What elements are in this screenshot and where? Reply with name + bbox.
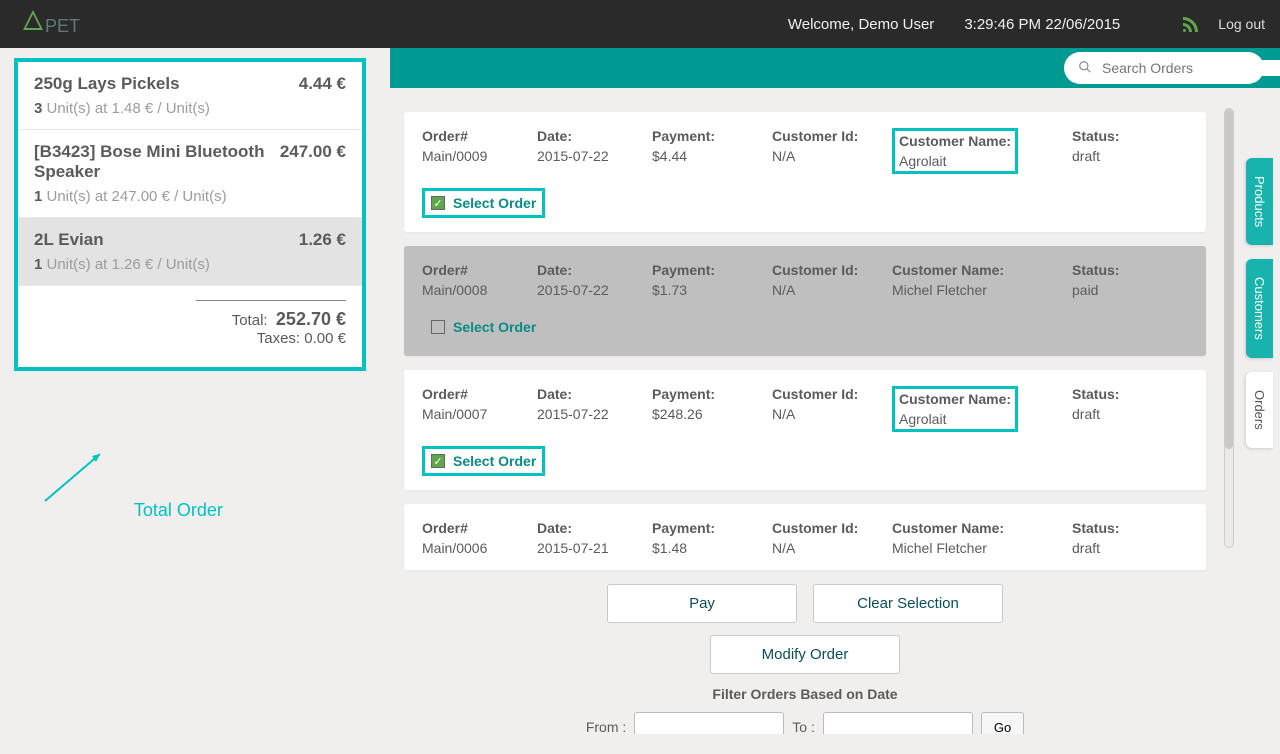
tab-orders[interactable]: Orders (1246, 372, 1273, 448)
order-date: 2015-07-21 (537, 540, 652, 556)
rss-icon[interactable] (1180, 14, 1198, 35)
filter-from-input[interactable] (634, 712, 784, 734)
modify-order-button[interactable]: Modify Order (710, 635, 900, 674)
order-customer-name: Customer Name:Michel Fletcher (892, 520, 1072, 556)
order-customer-name: Customer Name:Agrolait (892, 386, 1072, 432)
line-qty: 1 Unit(s) at 247.00 € / Unit(s) (34, 188, 346, 205)
tab-products[interactable]: Products (1246, 158, 1273, 245)
order-line[interactable]: 250g Lays Pickels 4.44 € 3 Unit(s) at 1.48… (18, 62, 362, 130)
order-payment: $4.44 (652, 148, 772, 164)
select-order-label: Select Order (453, 453, 536, 469)
select-order-label: Select Order (453, 319, 536, 335)
checkbox-icon: ✓ (431, 196, 445, 210)
order-line[interactable]: 2L Evian 1.26 € 1 Unit(s) at 1.26 € / Unit… (18, 218, 362, 286)
order-payment: $248.26 (652, 406, 772, 422)
select-order-label: Select Order (453, 195, 536, 211)
welcome-text: Welcome, Demo User (788, 16, 934, 33)
pay-button[interactable]: Pay (607, 584, 797, 623)
annotation-arrow: Total Order (30, 446, 223, 521)
logout-link[interactable]: Log out (1218, 16, 1265, 32)
toolbar (390, 48, 1280, 88)
order-card: Order#Main/0009Date:2015-07-22Payment:$4… (404, 112, 1206, 232)
search-box[interactable] (1064, 52, 1264, 84)
action-buttons: Pay Clear Selection Modify Order (404, 584, 1206, 674)
filter-section: Filter Orders Based on Date From : To : … (404, 686, 1206, 734)
order-number-label: Order# (422, 128, 537, 144)
filter-from-label: From : (586, 719, 626, 734)
order-summary-box: 250g Lays Pickels 4.44 € 3 Unit(s) at 1.48… (14, 58, 366, 371)
line-price: 1.26 € (299, 230, 346, 250)
line-title: 2L Evian (34, 230, 104, 250)
order-card: Order#Main/0007Date:2015-07-22Payment:$2… (404, 370, 1206, 490)
svg-text:PET: PET (45, 16, 80, 36)
clear-selection-button[interactable]: Clear Selection (813, 584, 1003, 623)
order-payment: $1.48 (652, 540, 772, 556)
order-customer-id: N/A (772, 406, 892, 422)
order-customer-id: N/A (772, 282, 892, 298)
content-scrollbar[interactable] (1224, 108, 1234, 548)
order-date: 2015-07-22 (537, 282, 652, 298)
search-input[interactable] (1102, 60, 1280, 76)
orders-content: Order#Main/0009Date:2015-07-22Payment:$4… (390, 88, 1220, 734)
taxes-label: Taxes: (257, 330, 300, 347)
topbar: PET Welcome, Demo User 3:29:46 PM 22/06/… (0, 0, 1280, 48)
total-label: Total: (232, 312, 268, 329)
order-card: Order#Main/0008Date:2015-07-22Payment:$1… (404, 246, 1206, 356)
filter-go-button[interactable]: Go (981, 712, 1024, 734)
line-qty: 3 Unit(s) at 1.48 € / Unit(s) (34, 100, 346, 117)
line-title: 250g Lays Pickels (34, 74, 180, 94)
order-number-label: Order# (422, 520, 537, 536)
order-date: 2015-07-22 (537, 148, 652, 164)
order-number: Main/0009 (422, 148, 537, 164)
main-panel: Order#Main/0009Date:2015-07-22Payment:$4… (390, 48, 1280, 754)
app-logo: PET (15, 8, 85, 40)
select-order-toggle[interactable]: ✓ Select Order (422, 188, 545, 218)
filter-to-label: To : (792, 719, 815, 734)
left-panel: 250g Lays Pickels 4.44 € 3 Unit(s) at 1.48… (0, 48, 380, 381)
order-status: draft (1072, 406, 1188, 422)
order-number: Main/0008 (422, 282, 537, 298)
order-number: Main/0007 (422, 406, 537, 422)
order-customer-id: N/A (772, 540, 892, 556)
line-price: 247.00 € (280, 142, 346, 162)
taxes-value: 0.00 € (304, 330, 346, 347)
order-status: draft (1072, 540, 1188, 556)
line-qty: 1 Unit(s) at 1.26 € / Unit(s) (34, 256, 346, 273)
search-icon (1078, 60, 1092, 77)
order-line[interactable]: [B3423] Bose Mini Bluetooth Speaker247.0… (18, 130, 362, 218)
order-customer-id: N/A (772, 148, 892, 164)
order-status: paid (1072, 282, 1188, 298)
datetime-text: 3:29:46 PM 22/06/2015 (964, 16, 1120, 33)
select-order-toggle[interactable]: ✓ Select Order (422, 446, 545, 476)
order-number: Main/0006 (422, 540, 537, 556)
filter-to-input[interactable] (823, 712, 973, 734)
order-customer-name: Customer Name:Agrolait (892, 128, 1072, 174)
order-payment: $1.73 (652, 282, 772, 298)
order-number-label: Order# (422, 262, 537, 278)
order-card: Order#Main/0006Date:2015-07-21Payment:$1… (404, 504, 1206, 570)
order-customer-name: Customer Name:Michel Fletcher (892, 262, 1072, 298)
side-tabs: Products Customers Orders (1246, 158, 1280, 462)
filter-title: Filter Orders Based on Date (404, 686, 1206, 702)
order-status: draft (1072, 148, 1188, 164)
total-value: 252.70 € (276, 309, 346, 329)
checkbox-icon (431, 320, 445, 334)
order-number-label: Order# (422, 386, 537, 402)
select-order-toggle[interactable]: Select Order (422, 312, 545, 342)
checkbox-icon: ✓ (431, 454, 445, 468)
order-date: 2015-07-22 (537, 406, 652, 422)
tab-customers[interactable]: Customers (1246, 259, 1273, 358)
annotation-label: Total Order (134, 500, 223, 520)
order-totals: Total: 252.70 € Taxes: 0.00 € (18, 286, 362, 367)
line-title: [B3423] Bose Mini Bluetooth Speaker (34, 142, 280, 182)
line-price: 4.44 € (299, 74, 346, 94)
